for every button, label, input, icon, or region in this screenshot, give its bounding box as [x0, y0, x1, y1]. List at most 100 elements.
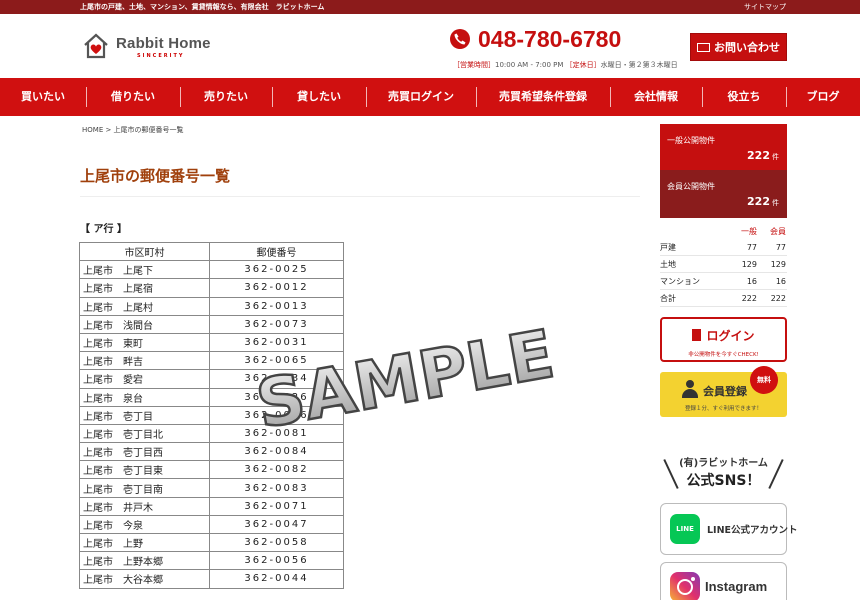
nav-item-company[interactable]: 会社情報: [610, 78, 702, 116]
table-row: 上尾市 上野 362-0058: [79, 532, 344, 553]
table-row: 上尾市 畔吉 362-0065: [79, 351, 344, 371]
phone-icon: [450, 29, 470, 49]
stats-type: マンション: [660, 277, 700, 286]
stats-row: 合計 222 222: [660, 290, 787, 307]
site-logo[interactable]: Rabbit Home SINCERITY: [82, 32, 222, 62]
sns-heading-company: (有)ラビットホーム: [679, 458, 768, 469]
line-official-button[interactable]: LINE LINE公式アカウント: [660, 503, 798, 555]
general-listings-unit: 件: [772, 153, 779, 161]
stats-general-count: 222: [741, 294, 757, 303]
site-header: Rabbit Home SINCERITY 048-780-6780 ［営業時間…: [0, 14, 860, 78]
stats-row: 土地 129 129: [660, 256, 787, 273]
postal-code-table: 市区町村 郵便番号 上尾市 上尾下 362-0025 上尾市 上尾宿 362-0012…: [79, 241, 344, 589]
table-row: 上尾市 泉台 362-0026: [79, 387, 344, 407]
login-title: ログイン: [706, 329, 755, 343]
member-listings-count: 222: [747, 195, 770, 208]
holiday-label: ［定休日］: [565, 61, 601, 69]
stats-header-row: 一般 会員: [660, 225, 787, 239]
stats-general-count: 129: [741, 260, 757, 269]
section-label: 【 ア行 】: [80, 224, 127, 235]
title-divider: [80, 196, 640, 197]
register-subtitle: 登録１分、すぐ利用できます！: [684, 406, 762, 412]
table-row: 上尾市 壱丁目南 362-0083: [79, 478, 344, 498]
site-tagline: 上尾市の戸建、土地、マンション、賃貸情報なら、有限会社 ラビットホーム: [80, 3, 325, 11]
line-label: LINE公式アカウント: [707, 525, 798, 536]
logo-name: Rabbit Home: [116, 35, 211, 52]
nav-item-lease[interactable]: 貸したい: [272, 78, 366, 116]
city-cell: 上尾市 上尾村: [79, 296, 210, 316]
zip-code-cell: 362-0044: [209, 569, 344, 589]
free-badge: 無料: [750, 366, 778, 394]
city-cell: 上尾市 今泉: [79, 514, 210, 535]
city-cell: 上尾市 壱丁目西: [79, 442, 210, 462]
member-listings-panel[interactable]: 会員公開物件 222 件: [660, 170, 787, 218]
hours-value: 10:00 AM - 7:00 PM: [495, 61, 564, 69]
city-cell: 上尾市 壱丁目南: [79, 478, 210, 498]
city-cell: 上尾市 愛宕: [79, 369, 210, 389]
table-row: 上尾市 上尾下 362-0025: [79, 260, 344, 280]
instagram-button[interactable]: Instagram: [660, 562, 787, 600]
sns-heading: (有)ラビットホーム 公式SNS！: [660, 452, 787, 492]
table-row: 上尾市 上尾村 362-0013: [79, 296, 344, 316]
city-cell: 上尾市 東町: [79, 332, 210, 353]
sitemap-link[interactable]: サイトマップ: [744, 0, 786, 14]
table-row: 上尾市 東町 362-0031: [79, 332, 344, 353]
contact-button[interactable]: お問い合わせ: [690, 33, 787, 61]
city-cell: 上尾市 壱丁目: [79, 405, 210, 425]
nav-item-useful[interactable]: 役立ち: [702, 78, 786, 116]
column-header-zip: 郵便番号: [209, 241, 344, 262]
house-heart-icon: [84, 33, 108, 59]
city-cell: 上尾市 上野: [79, 532, 210, 553]
table-row: 上尾市 上野本郷 362-0056: [79, 551, 344, 571]
stats-header-general: 一般: [741, 227, 757, 236]
zip-code-cell: 362-0084: [209, 442, 344, 462]
general-listings-panel[interactable]: 一般公開物件 222 件: [660, 124, 787, 170]
register-title: 会員登録: [703, 385, 747, 398]
zip-code-cell: 362-0026: [209, 387, 344, 407]
door-icon: [692, 329, 702, 341]
table-row: 上尾市 大谷本郷 362-0044: [79, 569, 344, 589]
person-icon: [682, 380, 698, 398]
logo-subtitle: SINCERITY: [137, 53, 185, 59]
zip-code-cell: 362-0013: [209, 296, 344, 316]
stats-member-count: 129: [770, 260, 786, 269]
page-title: 上尾市の郵便番号一覧: [80, 167, 231, 185]
instagram-icon: [670, 572, 700, 600]
zip-code-cell: 362-0046: [209, 405, 344, 425]
stats-general-count: 77: [746, 243, 757, 252]
stats-member-count: 77: [775, 243, 786, 252]
nav-item-wish-register[interactable]: 売買希望条件登録: [476, 78, 610, 116]
stats-general-count: 16: [746, 277, 757, 286]
table-row: 上尾市 浅間台 362-0073: [79, 314, 344, 334]
zip-code-cell: 362-0082: [209, 460, 344, 480]
hours-label: ［営業時間］: [453, 61, 495, 69]
zip-code-cell: 362-0034: [209, 369, 344, 389]
nav-item-blog[interactable]: ブログ: [786, 78, 860, 116]
zip-code-cell: 362-0031: [209, 332, 344, 353]
stats-row: マンション 16 16: [660, 273, 787, 290]
login-button[interactable]: ログイン 非公開物件を今すぐCHECK!: [660, 317, 787, 362]
zip-code-cell: 362-0073: [209, 314, 344, 334]
nav-item-sell[interactable]: 売りたい: [180, 78, 272, 116]
zip-code-cell: 362-0071: [209, 496, 344, 516]
stats-type: 土地: [660, 260, 676, 269]
city-cell: 上尾市 大谷本郷: [79, 569, 210, 589]
nav-item-sales-login[interactable]: 売買ログイン: [366, 78, 476, 116]
stats-type: 合計: [660, 294, 676, 303]
nav-item-rent[interactable]: 借りたい: [86, 78, 180, 116]
top-strip: 上尾市の戸建、土地、マンション、賃貸情報なら、有限会社 ラビットホーム サイトマ…: [0, 0, 860, 14]
table-row: 上尾市 井戸木 362-0071: [79, 496, 344, 516]
table-row: 上尾市 今泉 362-0047: [79, 514, 344, 535]
table-row: 上尾市 壱丁目 362-0046: [79, 405, 344, 425]
city-cell: 上尾市 壱丁目東: [79, 460, 210, 480]
table-row: 上尾市 壱丁目北 362-0081: [79, 423, 344, 444]
city-cell: 上尾市 上尾下: [79, 260, 210, 280]
city-cell: 上尾市 浅間台: [79, 314, 210, 334]
city-cell: 上尾市 泉台: [79, 387, 210, 407]
login-subtitle: 非公開物件を今すぐCHECK!: [688, 352, 759, 358]
zip-code-cell: 362-0058: [209, 532, 344, 553]
stats-header-member: 会員: [770, 227, 786, 236]
breadcrumb[interactable]: HOME > 上尾市の郵便番号一覧: [82, 125, 184, 135]
nav-item-buy[interactable]: 買いたい: [0, 78, 86, 116]
member-listings-title: 会員公開物件: [667, 182, 715, 191]
